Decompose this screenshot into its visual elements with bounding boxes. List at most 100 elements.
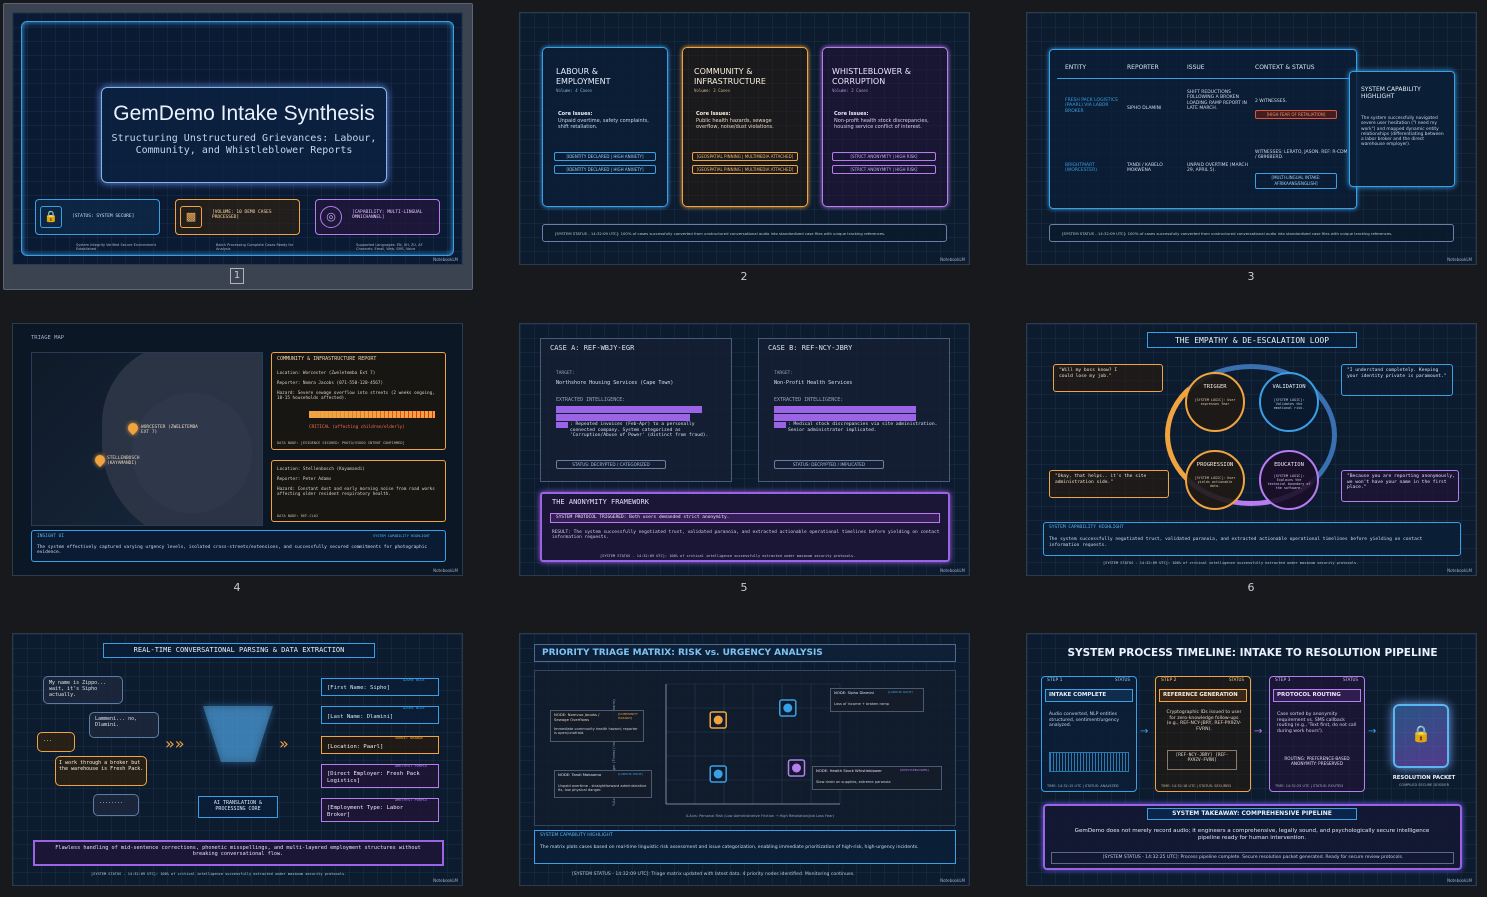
slide-3-highlight: The system successfully navigated severe…: [1361, 116, 1444, 148]
node-makaomo-desc: Unpaid overtime - straightforward admini…: [558, 784, 647, 793]
slide-number-1: 1: [230, 268, 244, 284]
watermark: NotebookLM: [1447, 878, 1472, 883]
row-1-status-tag: [HIGH FEAR OF RETALIATION]: [1255, 110, 1337, 119]
step-arrow-icon: →: [1254, 726, 1263, 737]
takeaway: GemDemo does not merely record audio; it…: [1074, 828, 1430, 841]
case-a-intel-label: EXTRACTED INTELLIGENCE:: [556, 397, 626, 403]
slide-thumbnail-1[interactable]: GemDemo Intake Synthesis Structuring Uns…: [12, 12, 463, 265]
table-header-reporter: REPORTER: [1127, 64, 1159, 71]
step-3-foot: TIME: 14:32:25 UTC | STATUS: ROUTED: [1275, 784, 1344, 788]
community-issues: Public health hazards, sewage overflow, …: [696, 118, 774, 130]
slide-thumbnail-7[interactable]: REAL-TIME CONVERSATIONAL PARSING & DATA …: [12, 633, 463, 886]
slide-number-4: 4: [233, 581, 241, 594]
urgency-bar: [309, 411, 435, 418]
case-b-title: CASE B: REF-NCY-JBRY: [768, 344, 853, 352]
case-a-status: STATUS: DECRYPTED / CATEGORIZED: [556, 460, 666, 469]
redaction-bar: [774, 414, 916, 421]
step-arrow-icon: →: [1140, 726, 1149, 737]
stellenbosch-pin-label: STELLENBOSCH (KAYAMANDI): [107, 456, 140, 467]
quote-4: "Because you are reporting anonymously, …: [1347, 474, 1455, 490]
matrix-node-point[interactable]: [783, 703, 793, 713]
labour-column-volume: Volume: 4 Cases: [556, 88, 593, 93]
map-image: [31, 352, 263, 526]
case-a-intel: : Repeated invoices (Feb-Apr) to a perso…: [570, 422, 709, 438]
slide-thumbnail-6[interactable]: THE EMPATHY & DE-ESCALATION LOOP TRIGGER…: [1026, 323, 1477, 576]
report-2-hazard: Hazard: Constant dust and early morning …: [277, 487, 435, 498]
step-1-step: STEP 1: [1047, 678, 1063, 683]
lock-icon: 🔒: [1411, 724, 1431, 743]
field-location-tag: SUNSET ORANGE: [395, 736, 424, 740]
node-dlamini-label: NODE: Sipho Dlamini: [834, 690, 874, 695]
node-makaomo-tag: [LABOUR ISSUE]: [618, 772, 643, 776]
redaction-bar: [556, 422, 568, 428]
field-first-name-tag: AZURE BLUE: [403, 678, 425, 682]
case-b-status: STATUS: DECRYPTED / IMPLICATED: [774, 460, 884, 469]
step-3-status: STATUS: [1343, 677, 1359, 682]
slide-thumbnail-2[interactable]: LABOUR & EMPLOYMENT Volume: 4 Cases Core…: [519, 12, 970, 265]
report-1-reporter: Reporter: Nomra Jacobs (071-550-120-4567…: [277, 381, 384, 386]
step-3-routing: ROUTING: PREFERENCE-BASED ANONYMITY: PRE…: [1284, 756, 1350, 767]
table-header-issue: ISSUE: [1187, 64, 1205, 71]
progression-title: PROGRESSION: [1196, 462, 1234, 468]
slide-6-status: [SYSTEM STATUS - 14:32:09 UTC]: 100% of …: [1103, 561, 1359, 565]
anonymity-protocol: SYSTEM PROTOCOL TRIGGERED: Both users de…: [556, 515, 730, 520]
report-2-reporter: Reporter: Peter Adams: [277, 477, 332, 482]
report-1-critical: CRITICAL (affecting children/elderly): [309, 425, 405, 430]
matrix-node-point[interactable]: [713, 769, 723, 779]
slide-sorter-grid: GemDemo Intake Synthesis Structuring Uns…: [0, 0, 1487, 897]
validation-title: VALIDATION: [1272, 384, 1306, 390]
funnel-icon: [203, 706, 273, 762]
bubble-5: ........: [99, 799, 124, 805]
labour-issues-label: Core Issues:: [558, 111, 593, 117]
community-tag-2: [GEOSPATIAL PINNING | MULTIMEDIA ATTACHE…: [692, 165, 798, 174]
bar-chart-icon: ▩: [180, 206, 202, 228]
node-whistleblower-label: NODE: Health Stock Whistleblower: [816, 768, 882, 773]
node-dlamini-desc: Loss of income + broken ramp: [834, 702, 890, 706]
education-logic: [SYSTEM LOGIC]: Explains the technical b…: [1267, 474, 1311, 491]
step-arrow-icon: →: [1368, 726, 1377, 737]
slide-thumbnail-5[interactable]: CASE A: REF-WBJY-EGR TARGET: Northshore …: [519, 323, 970, 576]
step-3-title: PROTOCOL ROUTING: [1277, 692, 1341, 698]
watermark: NotebookLM: [433, 878, 458, 883]
case-b-target: Non-Profit Health Services: [774, 380, 853, 386]
slide-thumbnail-4[interactable]: TRIAGE MAP WORCESTER (ZWELETEMBA EXT 7) …: [12, 323, 463, 576]
progression-logic: [SYSTEM LOGIC]: User yields actionable d…: [1194, 476, 1236, 489]
slide-thumbnail-9[interactable]: SYSTEM PROCESS TIMELINE: INTAKE TO RESOL…: [1026, 633, 1477, 886]
flow-arrow-icon: »»: [165, 734, 185, 753]
matrix-node-point[interactable]: [792, 763, 801, 773]
table-header-entity: ENTITY: [1065, 64, 1087, 71]
waveform-icon: [1049, 752, 1129, 772]
row-1-issue: SHIFT REDUCTIONS FOLLOWING A BROKEN LOAD…: [1187, 90, 1247, 112]
step-1-body: Audio converted, NLP entities structured…: [1049, 712, 1120, 728]
report-2-location: Location: Stellenbosch (Kayamandi): [277, 467, 365, 472]
slide-7-title: REAL-TIME CONVERSATIONAL PARSING & DATA …: [133, 646, 345, 654]
matrix-node-point[interactable]: [713, 715, 723, 725]
slide-6-highlight-title: SYSTEM CAPABILITY HIGHLIGHT: [1049, 525, 1124, 530]
watermark: NotebookLM: [940, 257, 965, 262]
status-card-label: [STATUS: SYSTEM SECURE]: [72, 214, 135, 219]
bubble-4: I work through a broker but the warehous…: [59, 760, 144, 772]
redaction-bar: [556, 414, 690, 421]
slide-thumbnail-3[interactable]: ENTITY REPORTER ISSUE CONTEXT & STATUS F…: [1026, 12, 1477, 265]
row-2-reporter: TANDI / KABELO MOKWENA: [1127, 163, 1163, 174]
row-1-reporter: SIPHO DLAMINI: [1127, 106, 1162, 111]
whistleblower-tag-1: [STRICT ANONYMITY | HIGH RISK]: [832, 152, 936, 161]
field-location: [Location: Paarl]: [327, 744, 384, 750]
takeaway-title: SYSTEM TAKEAWAY: COMPREHENSIVE PIPELINE: [1172, 810, 1332, 817]
node-jacobs-tag: [COMMUNITY HAZARD]: [618, 712, 638, 720]
node-jacobs-label: NODE: Nomvuo Jacobs / Sewage Overflows: [554, 712, 600, 722]
insight-text: The system effectively captured varying …: [37, 545, 428, 556]
anonymity-result: RESULT: The system successfully negotiat…: [552, 530, 940, 541]
step-2-refs: [REF-NCY-JBRY] [REF-PX9ZV-FVRN]: [1175, 753, 1229, 764]
slide-thumbnail-8[interactable]: PRIORITY TRIAGE MATRIX: RISK vs. URGENCY…: [519, 633, 970, 886]
whistleblower-issues-label: Core Issues:: [834, 111, 869, 117]
insight-title: INSIGHT UI: [37, 534, 65, 539]
report-1-location: Location: Worcester (Zweletemba Ext 7): [277, 371, 376, 376]
slide-2-status: [SYSTEM STATUS - 14:32:09 UTC]: 100% of …: [542, 224, 947, 242]
slide-3-status: [SYSTEM STATUS - 14:32:09 UTC]: 100% of …: [1049, 224, 1454, 242]
labour-tag-2: [IDENTITY DECLARED | HIGH ANXIETY]: [554, 165, 656, 174]
validation-logic: [SYSTEM LOGIC]: Validates the emotional …: [1273, 398, 1305, 411]
capability-card: ◎ [CAPABILITY: MULTI-LINGUAL OMNICHANNEL…: [315, 199, 440, 251]
quote-3: "Okay, that helps.. it's the site admini…: [1055, 474, 1147, 485]
slide-8-highlight-title: SYSTEM CAPABILITY HIGHLIGHT: [540, 833, 613, 838]
